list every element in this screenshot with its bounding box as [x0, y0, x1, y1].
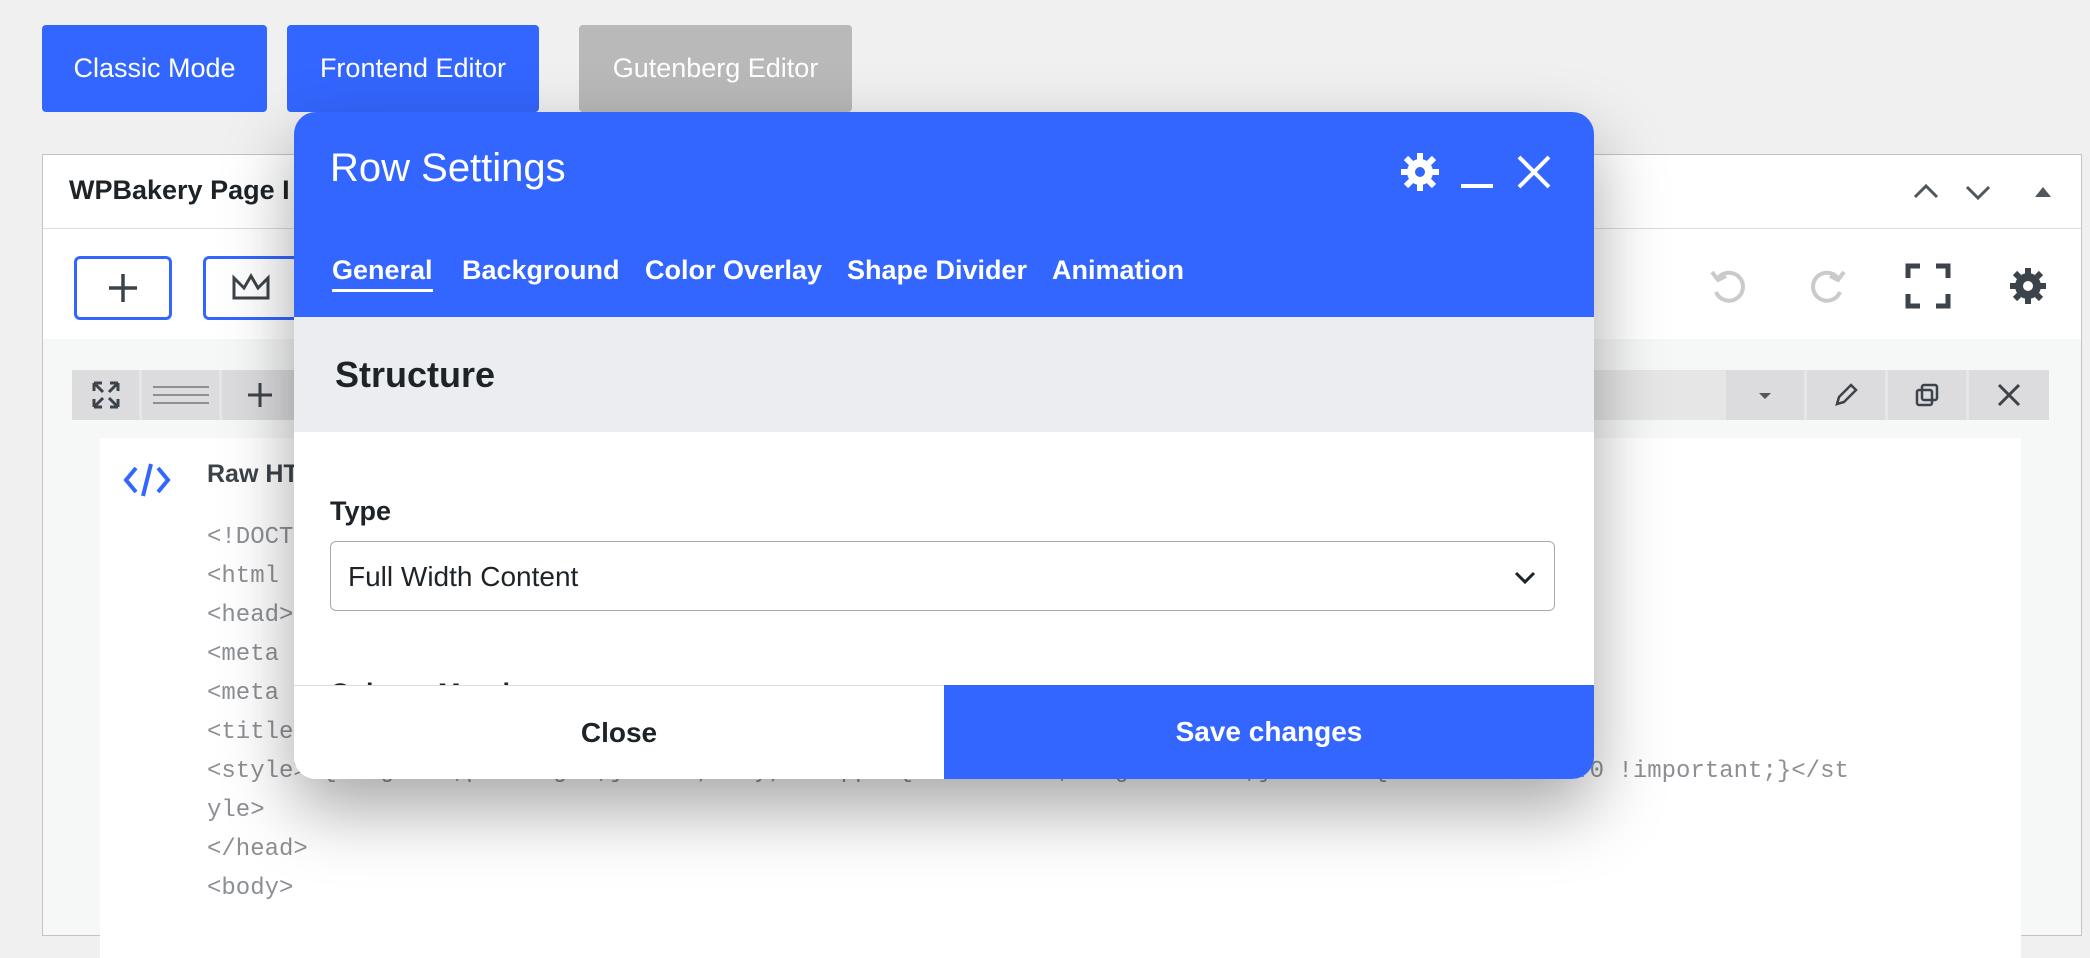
row-settings-modal: Row Settings General Background Color Ov… — [294, 112, 1594, 779]
code-line: <body> — [207, 875, 294, 902]
classic-mode-button[interactable]: Classic Mode — [42, 25, 267, 112]
row-layout-icon[interactable] — [142, 370, 219, 420]
close-button[interactable]: Close — [294, 685, 944, 779]
close-icon[interactable] — [1512, 150, 1556, 194]
modal-title: Row Settings — [330, 146, 566, 190]
tab-general[interactable]: General — [332, 255, 433, 292]
move-down-icon[interactable] — [1963, 177, 1993, 207]
settings-gear-icon[interactable] — [2003, 261, 2053, 311]
collapse-toggle-icon[interactable] — [2028, 177, 2058, 207]
undo-icon[interactable] — [1703, 261, 1753, 311]
code-line: yle> — [207, 797, 265, 824]
panel-title: WPBakery Page I — [69, 175, 290, 205]
code-line: </head> — [207, 836, 308, 863]
gutenberg-editor-button[interactable]: Gutenberg Editor — [579, 25, 852, 112]
section-title: Structure — [335, 354, 496, 395]
type-label: Type — [330, 496, 392, 526]
save-changes-button[interactable]: Save changes — [944, 685, 1594, 779]
column-margin-label: Column Margin — [330, 670, 527, 685]
modal-header: Row Settings General Background Color Ov… — [294, 112, 1594, 317]
row-edit-pencil-icon[interactable] — [1807, 370, 1885, 420]
frontend-editor-button[interactable]: Frontend Editor — [287, 25, 539, 112]
row-clone-icon[interactable] — [1888, 370, 1966, 420]
type-select[interactable]: Full Width Content — [330, 541, 1555, 611]
row-delete-icon[interactable] — [1969, 370, 2049, 420]
row-move-icon[interactable] — [72, 370, 139, 420]
redo-icon[interactable] — [1803, 261, 1853, 311]
move-up-icon[interactable] — [1911, 177, 1941, 207]
row-add-column-icon[interactable] — [222, 370, 298, 420]
tab-shape-divider[interactable]: Shape Divider — [847, 255, 1027, 286]
row-toggle-icon[interactable] — [1726, 370, 1804, 420]
add-element-button[interactable] — [74, 256, 172, 320]
templates-button[interactable] — [203, 256, 299, 320]
crown-icon — [232, 273, 270, 300]
code-icon — [122, 460, 172, 505]
tab-color-overlay[interactable]: Color Overlay — [645, 255, 822, 286]
element-label: Raw HT — [207, 460, 299, 488]
tab-animation[interactable]: Animation — [1052, 255, 1184, 286]
minimize-icon[interactable] — [1455, 150, 1499, 194]
modal-settings-icon[interactable] — [1398, 150, 1442, 194]
type-select-value: Full Width Content — [348, 561, 579, 592]
fullscreen-icon[interactable] — [1903, 261, 1953, 311]
section-header: Structure — [294, 317, 1594, 432]
tab-background[interactable]: Background — [462, 255, 620, 286]
chevron-down-icon — [1510, 562, 1540, 592]
